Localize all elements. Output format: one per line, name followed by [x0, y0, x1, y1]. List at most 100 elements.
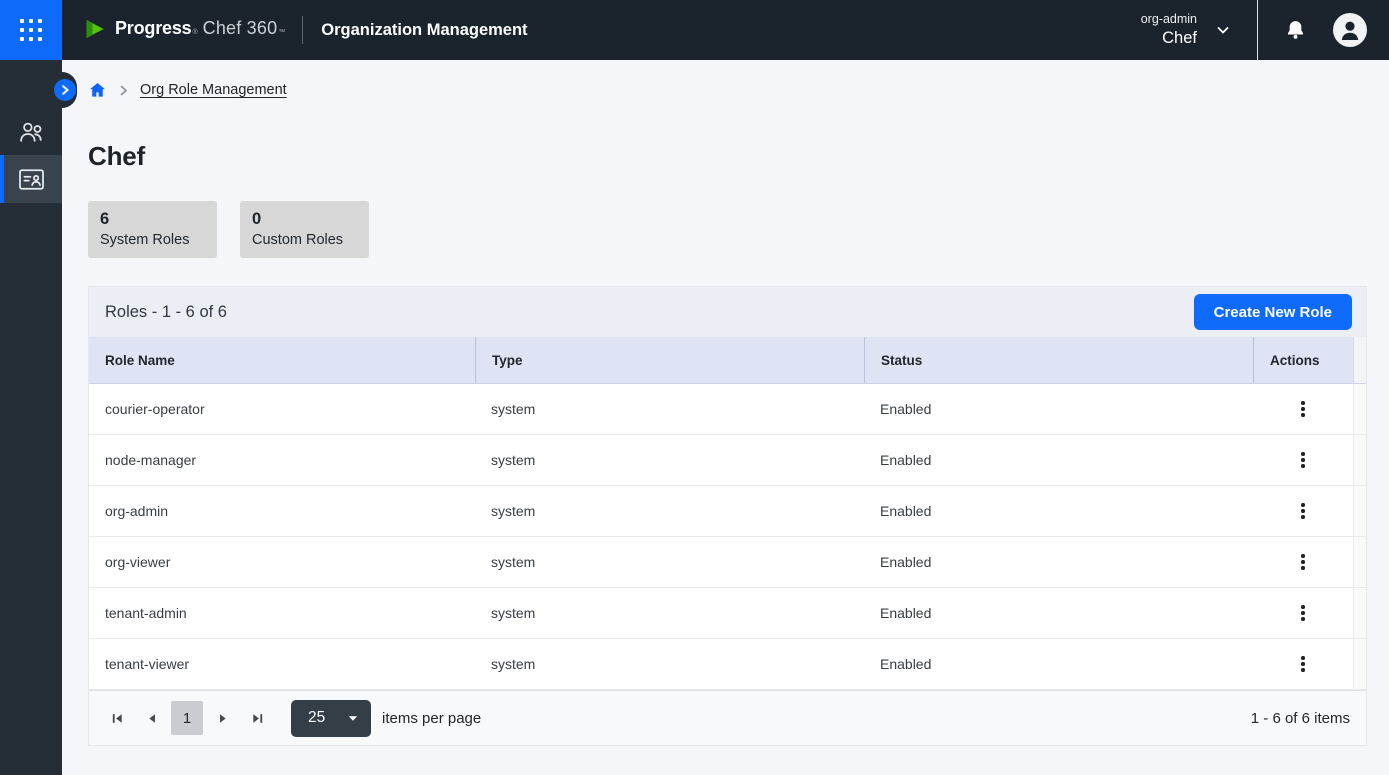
person-avatar-icon	[1333, 13, 1367, 47]
caret-down-icon	[348, 715, 358, 722]
main-content: Org Role Management Chef 6 System Roles …	[62, 60, 1389, 775]
cell-role-name: org-admin	[89, 486, 475, 536]
home-link[interactable]	[88, 81, 107, 99]
cell-type: system	[475, 639, 864, 689]
stat-label: System Roles	[100, 230, 205, 250]
previous-page-icon	[145, 712, 158, 725]
progress-logo-icon	[82, 18, 107, 42]
items-range-label: 1 - 6 of 6 items	[1251, 710, 1350, 727]
cell-status: Enabled	[864, 486, 1253, 536]
next-page-button[interactable]	[208, 703, 238, 733]
table-row: org-viewer system Enabled	[89, 537, 1366, 588]
previous-page-button[interactable]	[136, 703, 166, 733]
chevron-down-icon[interactable]	[1213, 20, 1233, 40]
stat-label: Custom Roles	[252, 230, 357, 250]
sidebar-item-roles[interactable]	[0, 155, 62, 203]
column-header-type: Type	[475, 337, 864, 383]
cell-type: system	[475, 537, 864, 587]
users-icon	[17, 119, 45, 144]
topbar-right: org-admin Chef	[1141, 0, 1389, 60]
registered-mark: ®	[192, 29, 197, 36]
cell-actions	[1253, 639, 1353, 689]
brand-divider	[302, 16, 303, 44]
sidebar-expand-button[interactable]	[54, 79, 76, 101]
row-actions-menu-button[interactable]	[1288, 649, 1318, 679]
breadcrumb-chevron-icon	[116, 83, 131, 98]
roles-panel: Roles - 1 - 6 of 6 Create New Role Role …	[88, 286, 1367, 746]
first-page-button[interactable]	[101, 703, 131, 733]
user-org-label: Chef	[1141, 27, 1197, 49]
stat-value: 0	[252, 209, 357, 230]
row-actions-menu-button[interactable]	[1288, 598, 1318, 628]
cell-role-name: tenant-viewer	[89, 639, 475, 689]
page-size-value: 25	[308, 709, 348, 727]
table-scrollbar-track[interactable]	[1353, 435, 1366, 485]
org-switcher[interactable]: org-admin Chef	[1141, 11, 1197, 49]
notifications-button[interactable]	[1284, 19, 1307, 42]
cell-status: Enabled	[864, 435, 1253, 485]
stat-value: 6	[100, 209, 205, 230]
breadcrumb-link-org-role-management[interactable]: Org Role Management	[140, 82, 287, 98]
role-badge-icon	[18, 168, 45, 191]
app-launcher-button[interactable]	[0, 0, 62, 60]
cell-actions	[1253, 588, 1353, 638]
table-row: org-admin system Enabled	[89, 486, 1366, 537]
cell-status: Enabled	[864, 537, 1253, 587]
row-actions-menu-button[interactable]	[1288, 394, 1318, 424]
roles-panel-title: Roles - 1 - 6 of 6	[105, 303, 227, 322]
sidebar-item-users[interactable]	[0, 107, 62, 155]
table-row: node-manager system Enabled	[89, 435, 1366, 486]
first-page-icon	[110, 712, 123, 725]
table-scrollbar-track[interactable]	[1353, 639, 1366, 689]
cell-type: system	[475, 486, 864, 536]
last-page-icon	[252, 712, 265, 725]
account-button[interactable]	[1333, 13, 1367, 47]
stat-card-system-roles: 6 System Roles	[88, 201, 217, 258]
cell-role-name: node-manager	[89, 435, 475, 485]
stat-card-custom-roles: 0 Custom Roles	[240, 201, 369, 258]
cell-actions	[1253, 537, 1353, 587]
brand-logo: Progress ® Chef 360 ™	[82, 18, 286, 42]
table-body: courier-operator system Enabled node-man…	[89, 384, 1366, 690]
cell-type: system	[475, 588, 864, 638]
table-scrollbar-track[interactable]	[1353, 486, 1366, 536]
cell-actions	[1253, 384, 1353, 434]
app-title: Organization Management	[321, 21, 527, 40]
column-header-role-name: Role Name	[89, 337, 475, 383]
cell-type: system	[475, 435, 864, 485]
last-page-button[interactable]	[243, 703, 273, 733]
user-role-label: org-admin	[1141, 11, 1197, 27]
table-row: courier-operator system Enabled	[89, 384, 1366, 435]
row-actions-menu-button[interactable]	[1288, 496, 1318, 526]
cell-role-name: org-viewer	[89, 537, 475, 587]
table-scrollbar-track[interactable]	[1353, 384, 1366, 434]
cell-status: Enabled	[864, 588, 1253, 638]
page-number-button[interactable]: 1	[171, 701, 203, 735]
row-actions-menu-button[interactable]	[1288, 547, 1318, 577]
topbar-divider	[1257, 0, 1258, 60]
top-navbar: Progress ® Chef 360 ™ Organization Manag…	[0, 0, 1389, 60]
table-scrollbar-track[interactable]	[1353, 588, 1366, 638]
table-scrollbar-track[interactable]	[1353, 537, 1366, 587]
items-per-page-label: items per page	[382, 710, 481, 727]
cell-status: Enabled	[864, 384, 1253, 434]
create-new-role-button[interactable]: Create New Role	[1194, 294, 1352, 330]
table-scrollbar-track[interactable]	[1353, 337, 1366, 383]
next-page-icon	[217, 712, 230, 725]
table-header-row: Role Name Type Status Actions	[89, 337, 1366, 384]
left-sidebar	[0, 60, 62, 775]
bell-icon	[1284, 19, 1307, 42]
roles-panel-header: Roles - 1 - 6 of 6 Create New Role	[88, 286, 1367, 337]
row-actions-menu-button[interactable]	[1288, 445, 1318, 475]
grid-icon	[20, 19, 42, 41]
brand-name: Progress	[115, 18, 191, 39]
chevron-right-icon	[59, 84, 71, 96]
breadcrumb: Org Role Management	[88, 81, 1389, 99]
page-size-select[interactable]: 25	[291, 700, 371, 737]
page-title: Chef	[88, 141, 1389, 172]
home-icon	[88, 81, 107, 99]
stat-cards: 6 System Roles 0 Custom Roles	[88, 201, 1389, 258]
column-header-status: Status	[864, 337, 1253, 383]
trademark-mark: ™	[278, 29, 285, 36]
brand-product: Chef 360	[203, 18, 278, 39]
